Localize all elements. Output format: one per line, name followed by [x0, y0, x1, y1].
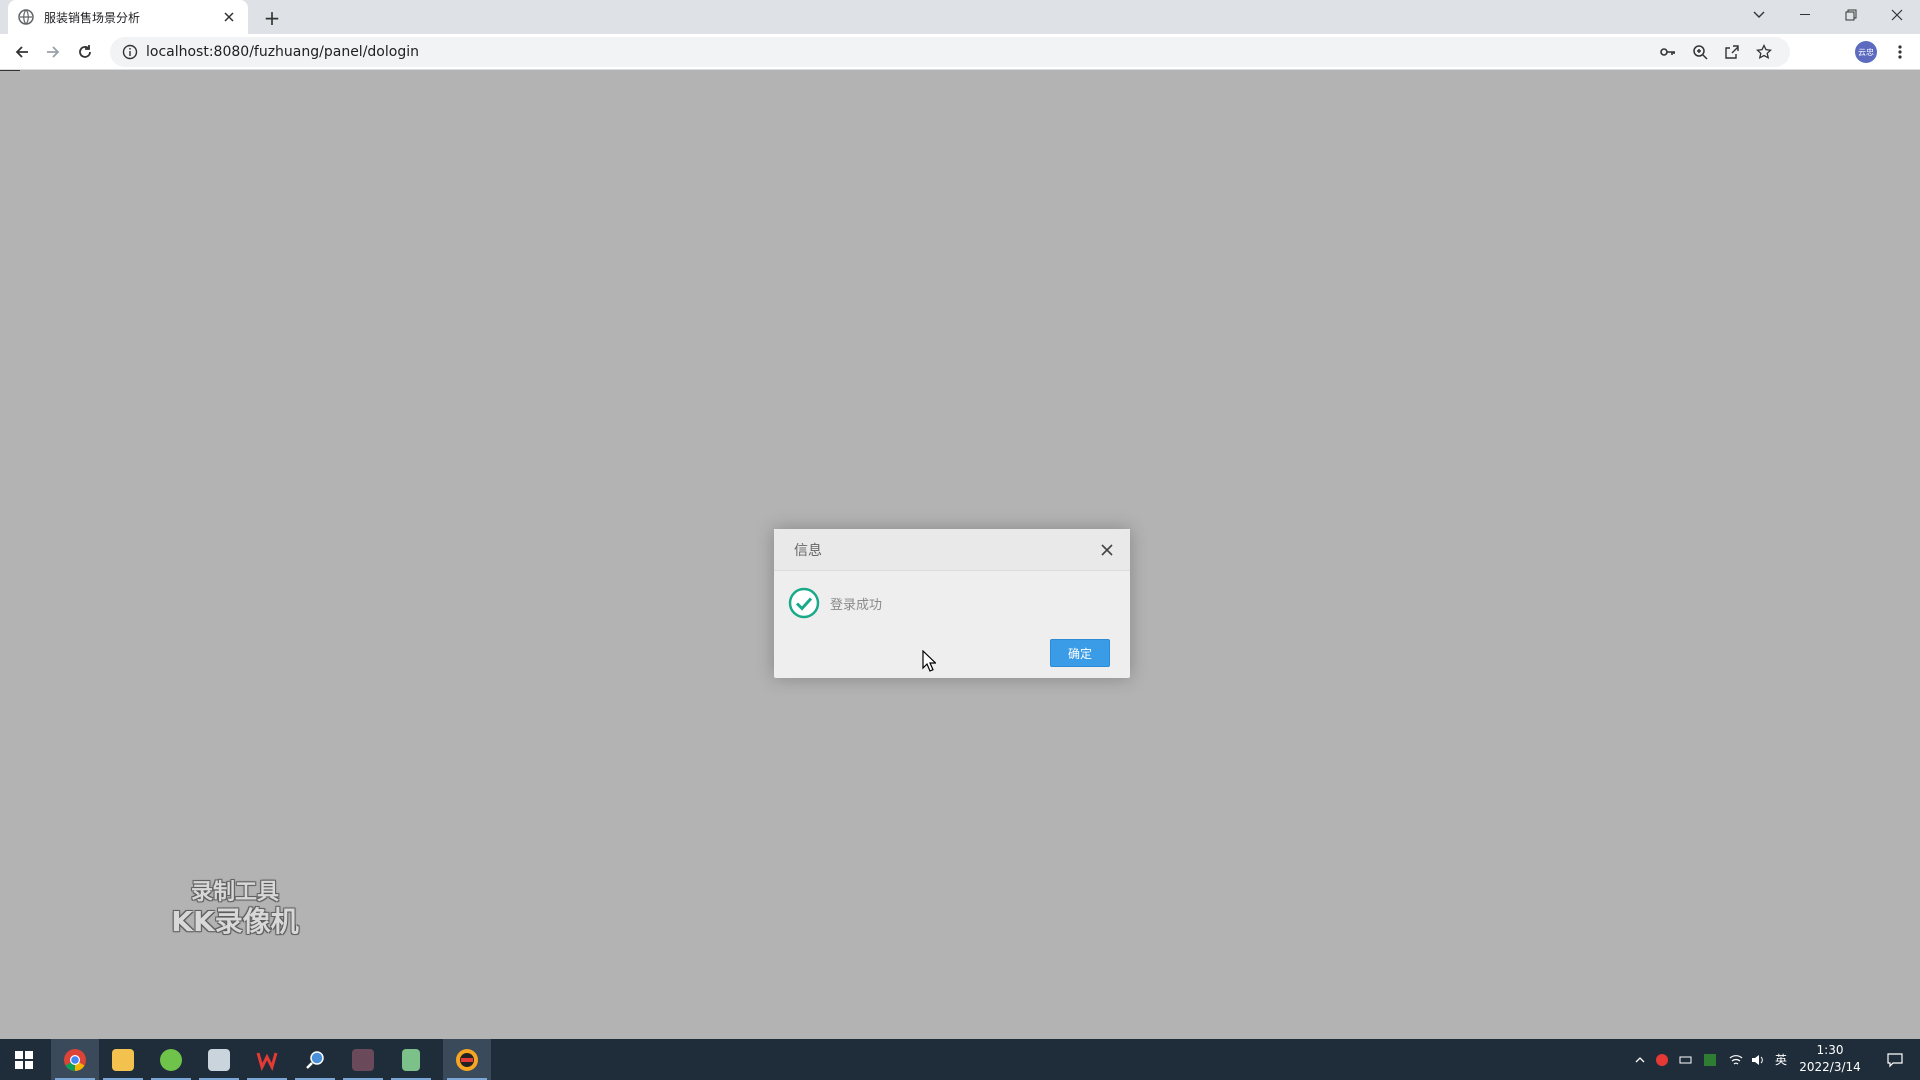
recorder-watermark: 录制工具 KK录像机	[160, 880, 310, 938]
close-icon[interactable]	[1098, 541, 1116, 559]
key-icon[interactable]	[1654, 40, 1682, 64]
restore-icon[interactable]	[1828, 0, 1874, 30]
notification-icon[interactable]	[1875, 1039, 1915, 1080]
watermark-line1: 录制工具	[190, 880, 279, 905]
document-app-icon[interactable]	[195, 1039, 243, 1080]
tab-search-icon[interactable]	[1736, 0, 1782, 30]
taskbar: 英 1:30 2022/3/14	[0, 1039, 1920, 1080]
back-icon[interactable]	[8, 38, 36, 66]
file-explorer-icon[interactable]	[99, 1039, 147, 1080]
window-close-icon[interactable]	[1874, 0, 1920, 30]
security-tray-icon[interactable]	[1652, 1039, 1672, 1080]
clock-date: 2022/3/14	[1799, 1060, 1861, 1074]
green-tray-icon[interactable]	[1700, 1039, 1720, 1080]
tray-expand-icon[interactable]	[1630, 1039, 1650, 1080]
check-circle-icon	[788, 587, 820, 619]
search-app-icon[interactable]	[291, 1039, 339, 1080]
battery-tray-icon[interactable]	[1676, 1039, 1696, 1080]
clock-time: 1:30	[1816, 1043, 1844, 1057]
dialog-header: 信息	[774, 529, 1130, 571]
share-icon[interactable]	[1718, 40, 1746, 64]
system-clock[interactable]: 1:30 2022/3/14	[1790, 1042, 1870, 1076]
chrome-taskbar-icon[interactable]	[51, 1039, 99, 1080]
notepad-app-icon[interactable]	[387, 1039, 435, 1080]
dialog-body: 登录成功	[774, 571, 1130, 621]
browser-tabstrip: 服装销售场景分析 +	[0, 0, 1920, 34]
reload-icon[interactable]	[71, 38, 99, 66]
forward-icon[interactable]	[39, 38, 67, 66]
browser-tab[interactable]: 服装销售场景分析	[8, 0, 248, 34]
tab-close-icon[interactable]	[220, 8, 238, 26]
new-tab-button[interactable]: +	[260, 6, 284, 30]
dialog-message: 登录成功	[830, 597, 883, 613]
windows-start-icon[interactable]	[0, 1039, 48, 1080]
tab-title: 服装销售场景分析	[44, 10, 141, 25]
site-info-icon[interactable]	[122, 44, 138, 60]
ime-indicator[interactable]: 英	[1772, 1039, 1790, 1080]
zoom-icon[interactable]	[1686, 40, 1714, 64]
mouse-cursor-icon	[922, 649, 937, 672]
green-app-icon[interactable]	[147, 1039, 195, 1080]
info-dialog: 信息 登录成功 确定	[774, 529, 1130, 678]
address-bar[interactable]: localhost:8080/fuzhuang/panel/dologin	[110, 37, 1790, 67]
wifi-icon[interactable]	[1726, 1039, 1746, 1080]
url-text[interactable]: localhost:8080/fuzhuang/panel/dologin	[146, 44, 1650, 60]
wps-icon[interactable]	[243, 1039, 291, 1080]
globe-icon	[18, 9, 34, 25]
bookmark-star-icon[interactable]	[1750, 40, 1778, 64]
game-app-icon[interactable]	[339, 1039, 387, 1080]
ok-button[interactable]: 确定	[1050, 639, 1110, 667]
browser-toolbar: localhost:8080/fuzhuang/panel/dologin 云忠	[0, 34, 1920, 70]
dialog-title: 信息	[794, 542, 822, 559]
kk-recorder-icon[interactable]	[443, 1039, 491, 1080]
menu-kebab-icon[interactable]	[1888, 40, 1912, 64]
profile-avatar[interactable]: 云忠	[1855, 41, 1877, 63]
minimize-icon[interactable]	[1782, 0, 1828, 30]
volume-icon[interactable]	[1748, 1039, 1768, 1080]
watermark-line2: KK录像机	[171, 905, 299, 938]
